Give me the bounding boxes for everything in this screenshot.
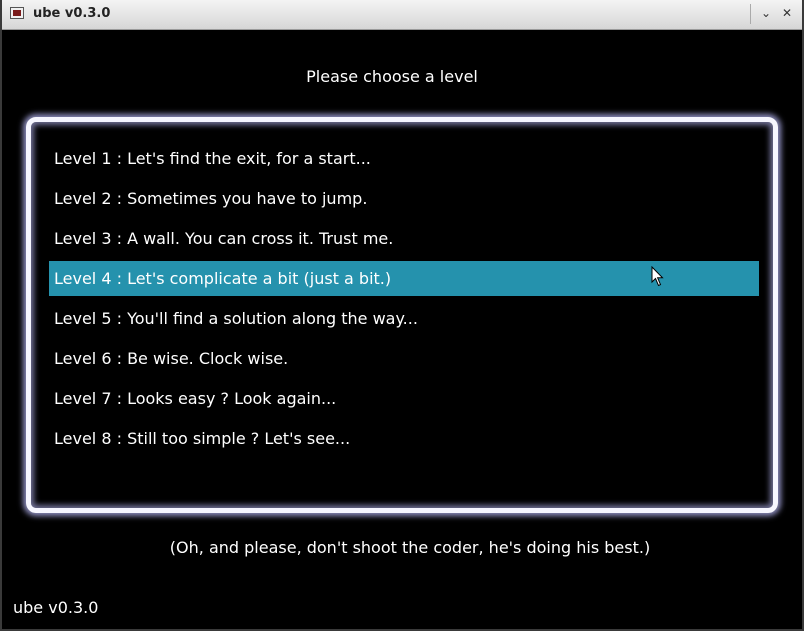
level-item-6[interactable]: Level 6 : Be wise. Clock wise. bbox=[49, 341, 759, 376]
app-icon[interactable] bbox=[10, 7, 24, 19]
level-item-5[interactable]: Level 5 : You'll find a solution along t… bbox=[49, 301, 759, 336]
level-item-8[interactable]: Level 8 : Still too simple ? Let's see..… bbox=[49, 421, 759, 456]
level-item-2[interactable]: Level 2 : Sometimes you have to jump. bbox=[49, 181, 759, 216]
game-window: ube v0.3.0 ⌄ ✕ Please choose a level Lev… bbox=[0, 0, 804, 631]
version-label: ube v0.3.0 bbox=[13, 598, 99, 617]
window-title: ube v0.3.0 bbox=[33, 6, 111, 21]
level-item-3[interactable]: Level 3 : A wall. You can cross it. Trus… bbox=[49, 221, 759, 256]
level-item-7[interactable]: Level 7 : Looks easy ? Look again... bbox=[49, 381, 759, 416]
close-icon[interactable]: ✕ bbox=[778, 4, 796, 22]
title-bar[interactable]: ube v0.3.0 ⌄ ✕ bbox=[2, 0, 802, 30]
page-title: Please choose a level bbox=[306, 67, 478, 86]
footer-note: (Oh, and please, don't shoot the coder, … bbox=[169, 538, 651, 557]
mouse-pointer-icon bbox=[651, 266, 664, 287]
title-bar-separator bbox=[750, 4, 751, 24]
level-list: Level 1 : Let's find the exit, for a sta… bbox=[49, 141, 759, 461]
chevron-down-icon[interactable]: ⌄ bbox=[757, 4, 775, 22]
level-item-1[interactable]: Level 1 : Let's find the exit, for a sta… bbox=[49, 141, 759, 176]
